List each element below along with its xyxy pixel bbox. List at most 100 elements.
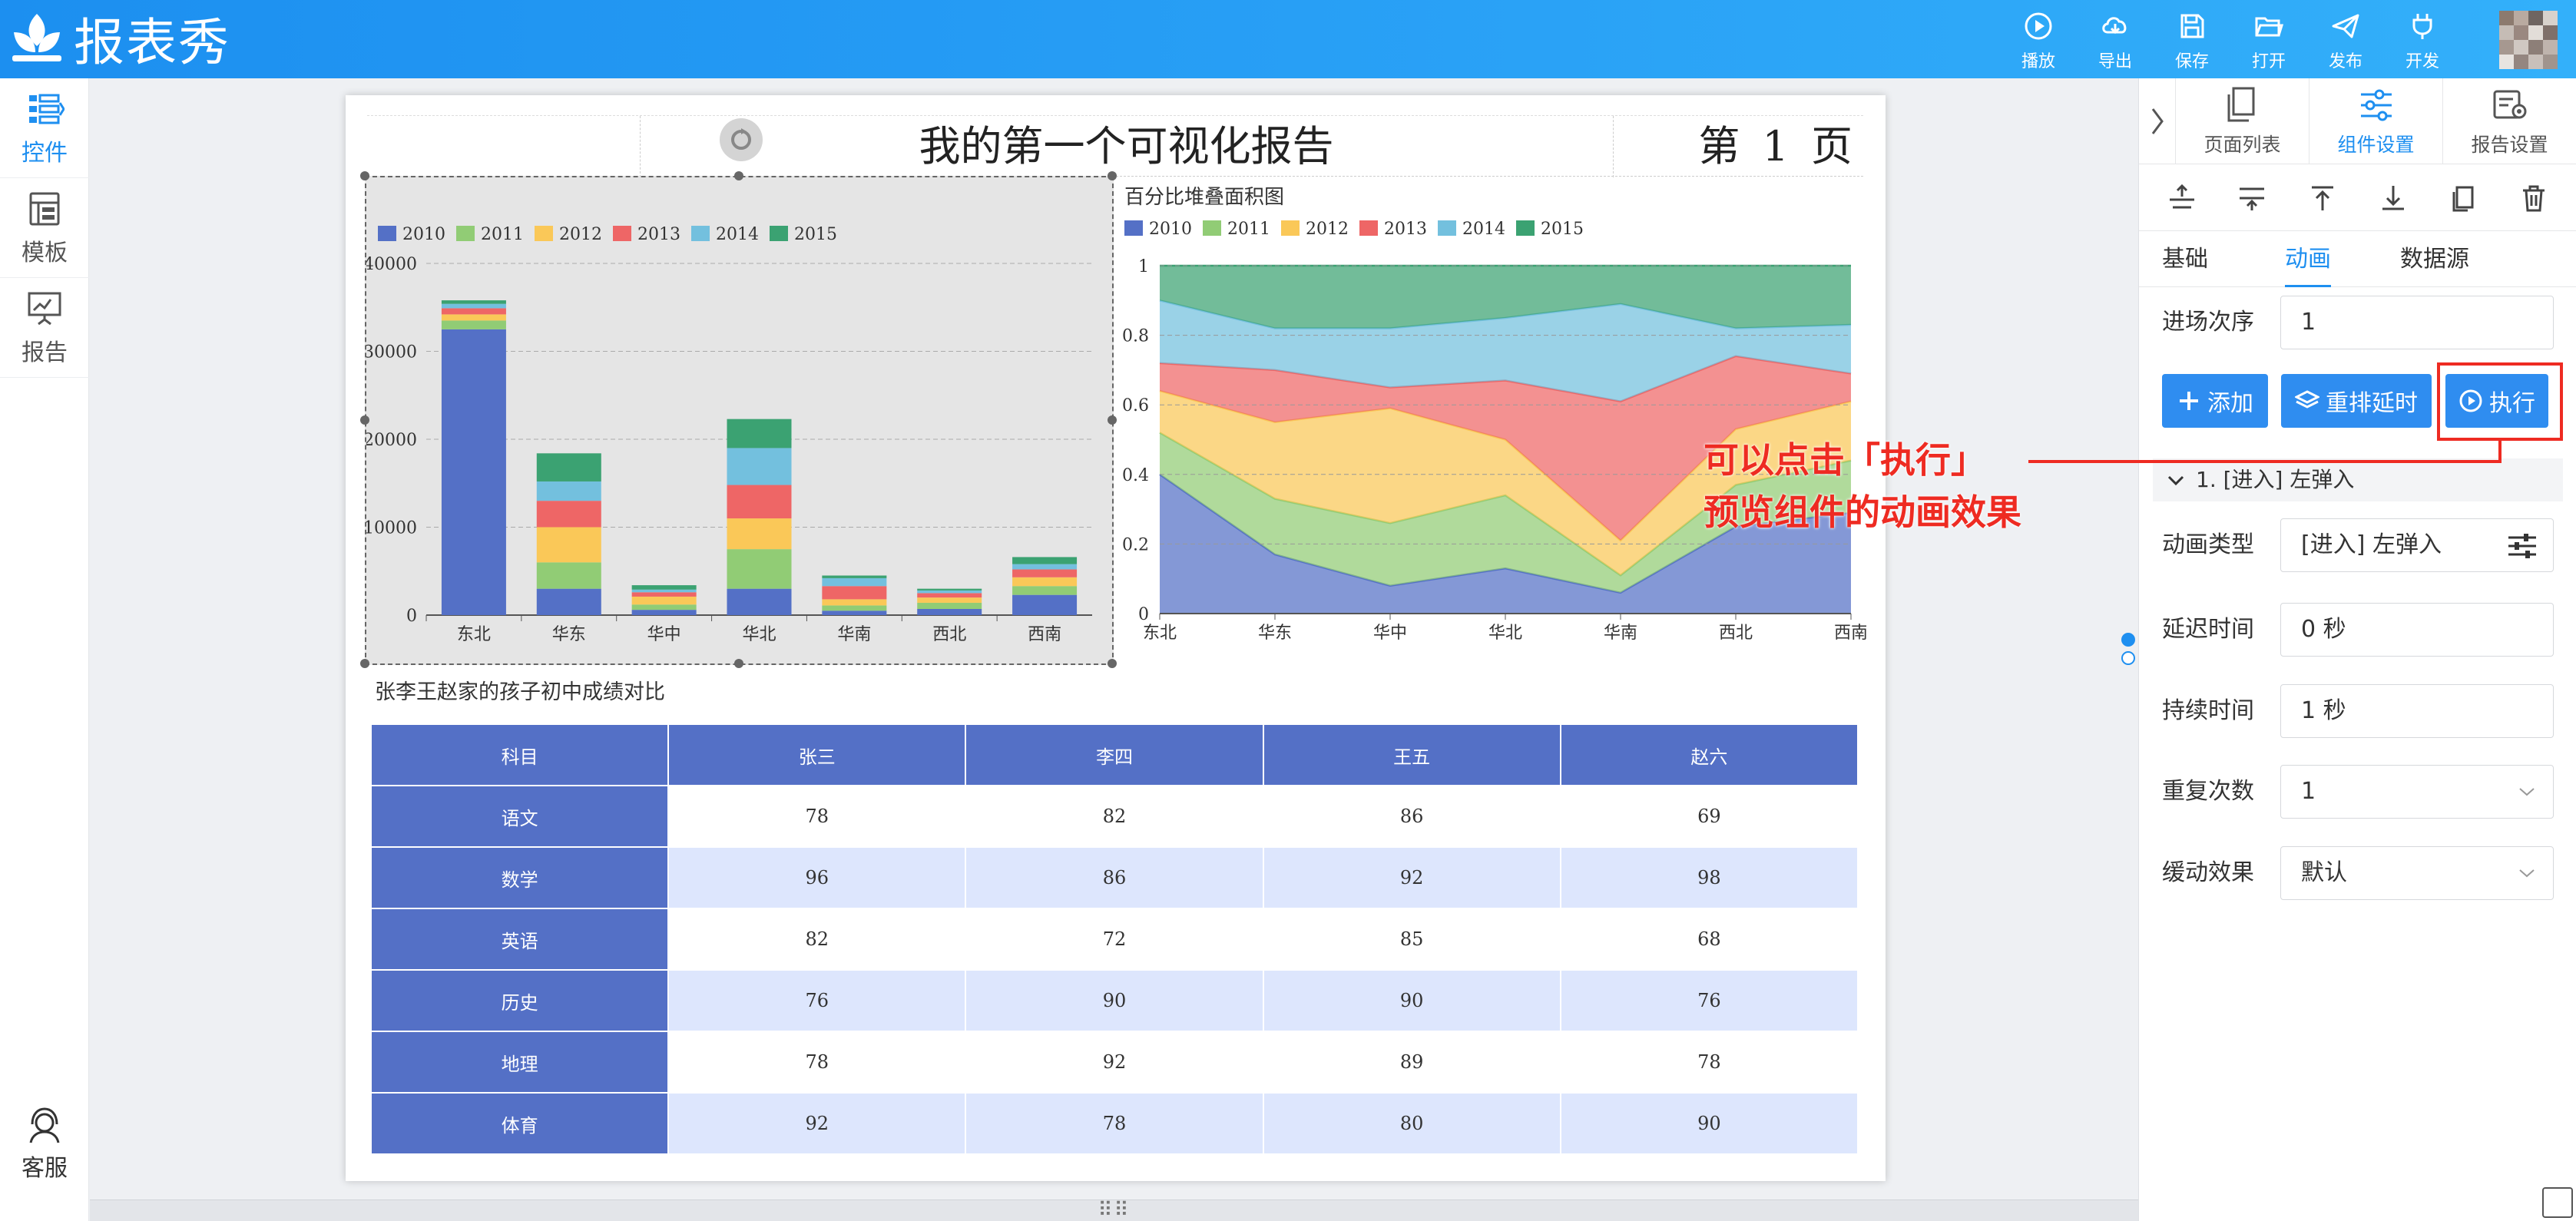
- percent-area-chart[interactable]: 百分比堆叠面积图 2010 2011 2012 2013 2014 2015 0 0.2 0.4 0…: [1114, 176, 1868, 665]
- open-button[interactable]: 打开: [2230, 8, 2307, 74]
- score-cell: 86: [1262, 785, 1561, 848]
- resize-handle[interactable]: [734, 659, 743, 668]
- sliders-icon: [2360, 89, 2392, 121]
- x-tick-label: 华南: [1604, 624, 1637, 643]
- tab-label: 页面列表: [2204, 134, 2281, 156]
- anim-type-row: 动画类型 [进入] 左弹入: [2162, 518, 2554, 572]
- play-button[interactable]: 播放: [2000, 8, 2077, 74]
- repeat-select[interactable]: 1: [2280, 765, 2554, 819]
- score-cell: 82: [667, 908, 967, 971]
- score-cell: 85: [1262, 908, 1561, 971]
- subtab-datasource[interactable]: 数据源: [2400, 232, 2469, 287]
- widgets-icon: [29, 94, 65, 124]
- bar-segment: [822, 610, 887, 615]
- page-number[interactable]: 第 1 页: [1613, 116, 1863, 177]
- publish-button[interactable]: 发布: [2307, 8, 2384, 74]
- bar-segment: [727, 485, 792, 519]
- app-name: 报表秀: [74, 13, 230, 72]
- delay-row: 延迟时间 0 秒: [2162, 603, 2554, 657]
- subject-cell: 语文: [369, 785, 670, 848]
- bar-segment: [631, 596, 697, 605]
- score-cell: 86: [965, 846, 1264, 909]
- chevron-right-icon: [2151, 108, 2164, 134]
- subject-cell: 英语: [369, 908, 670, 971]
- table-header-cell: 赵六: [1559, 723, 1859, 786]
- copy-icon[interactable]: [2448, 183, 2478, 213]
- x-tick-label: 华东: [1258, 624, 1292, 643]
- legend-label: 2011: [1227, 220, 1270, 239]
- rotate-handle[interactable]: [720, 118, 763, 161]
- align-middle-icon[interactable]: [2237, 183, 2267, 213]
- subtab-animation[interactable]: 动画: [2285, 232, 2331, 287]
- score-cell: 92: [965, 1031, 1264, 1094]
- legend-swatch: [378, 226, 396, 241]
- save-button[interactable]: 保存: [2154, 8, 2230, 74]
- sliders-icon[interactable]: [2507, 531, 2538, 561]
- bar-segment: [822, 577, 887, 587]
- table-title[interactable]: 张李王赵家的孩子初中成绩对比: [375, 675, 665, 705]
- reorder-delay-button[interactable]: 重排延时: [2281, 374, 2432, 428]
- align-center-vertical-icon[interactable]: [2167, 183, 2197, 213]
- user-avatar[interactable]: [2499, 11, 2558, 69]
- side-indicator[interactable]: [2121, 651, 2135, 665]
- app-logo[interactable]: 报表秀: [8, 6, 230, 72]
- bar-segment: [822, 605, 887, 611]
- legend-label: 2014: [716, 225, 759, 244]
- legend-label: 2010: [1149, 220, 1192, 239]
- repeat-value: 1: [2301, 778, 2316, 805]
- score-cell: 78: [965, 1092, 1264, 1155]
- resize-handle[interactable]: [360, 171, 369, 180]
- add-animation-button[interactable]: 添加: [2162, 374, 2268, 428]
- x-tick-label: 华中: [647, 625, 681, 644]
- bottom-resize-bar[interactable]: ⠿⠿: [90, 1199, 2138, 1221]
- trash-icon[interactable]: [2518, 183, 2549, 213]
- align-top-icon[interactable]: [2307, 183, 2338, 213]
- order-input[interactable]: 1: [2280, 296, 2554, 349]
- bar-segment: [1012, 569, 1078, 577]
- score-table[interactable]: 科目 张三 李四 王五 赵六 语文 78 82 86 69 数学 96 86 92 98 英语 82 72 85 6…: [369, 723, 1859, 1155]
- bar-segment: [441, 329, 506, 615]
- collapse-panel-button[interactable]: [2139, 78, 2176, 164]
- score-cell: 89: [1262, 1031, 1561, 1094]
- delay-label: 延迟时间: [2162, 616, 2254, 643]
- duration-input[interactable]: 1 秒: [2280, 684, 2554, 738]
- sidebar-item-templates[interactable]: 模板: [0, 178, 89, 278]
- y-tick-label: 0.2: [1122, 535, 1149, 554]
- bar-segment: [536, 481, 601, 501]
- side-indicator-active[interactable]: [2121, 633, 2135, 647]
- score-cell: 68: [1559, 908, 1859, 971]
- resize-handle[interactable]: [734, 171, 743, 180]
- subject-cell: 数学: [369, 846, 670, 909]
- legend-label: 2013: [637, 225, 680, 244]
- x-tick-label: 西北: [1719, 624, 1753, 643]
- develop-button[interactable]: 开发: [2384, 8, 2461, 74]
- expand-corner-icon[interactable]: [2542, 1187, 2573, 1218]
- align-bottom-icon[interactable]: [2378, 183, 2409, 213]
- stacked-bar-chart[interactable]: 0 10000 20000 30000 40000 东北 华东 华中 华北 华南 西北 西南 2010 2…: [360, 171, 1117, 668]
- easing-select[interactable]: 默认: [2280, 846, 2554, 900]
- y-tick-label: 0.4: [1122, 466, 1149, 485]
- score-cell: 90: [965, 969, 1264, 1032]
- tab-component-settings[interactable]: 组件设置: [2309, 78, 2443, 164]
- reorder-label: 重排延时: [2326, 390, 2418, 417]
- sidebar-item-reports[interactable]: 报告: [0, 278, 89, 378]
- resize-handle[interactable]: [360, 415, 369, 425]
- delay-input[interactable]: 0 秒: [2280, 603, 2554, 657]
- anim-type-value: [进入] 左弹入: [2301, 531, 2442, 558]
- bar-segment: [727, 549, 792, 589]
- export-button[interactable]: 导出: [2077, 8, 2154, 74]
- score-cell: 78: [667, 1031, 967, 1094]
- customer-service-button[interactable]: 客服: [0, 1106, 89, 1190]
- subtab-basic[interactable]: 基础: [2162, 232, 2208, 287]
- tab-page-list[interactable]: 页面列表: [2176, 78, 2309, 164]
- easing-label: 缓动效果: [2162, 859, 2254, 886]
- sidebar-item-widgets[interactable]: 控件: [0, 78, 89, 178]
- anim-type-select[interactable]: [进入] 左弹入: [2280, 518, 2554, 572]
- bar-segment: [1012, 564, 1078, 570]
- report-title[interactable]: 我的第一个可视化报告: [640, 116, 1613, 177]
- animation-list-item[interactable]: 1. [进入] 左弹入: [2153, 458, 2563, 501]
- table-header-cell: 李四: [965, 723, 1264, 786]
- resize-handle[interactable]: [360, 659, 369, 668]
- bar-segment: [727, 518, 792, 550]
- tab-report-settings[interactable]: 报告设置: [2443, 78, 2576, 164]
